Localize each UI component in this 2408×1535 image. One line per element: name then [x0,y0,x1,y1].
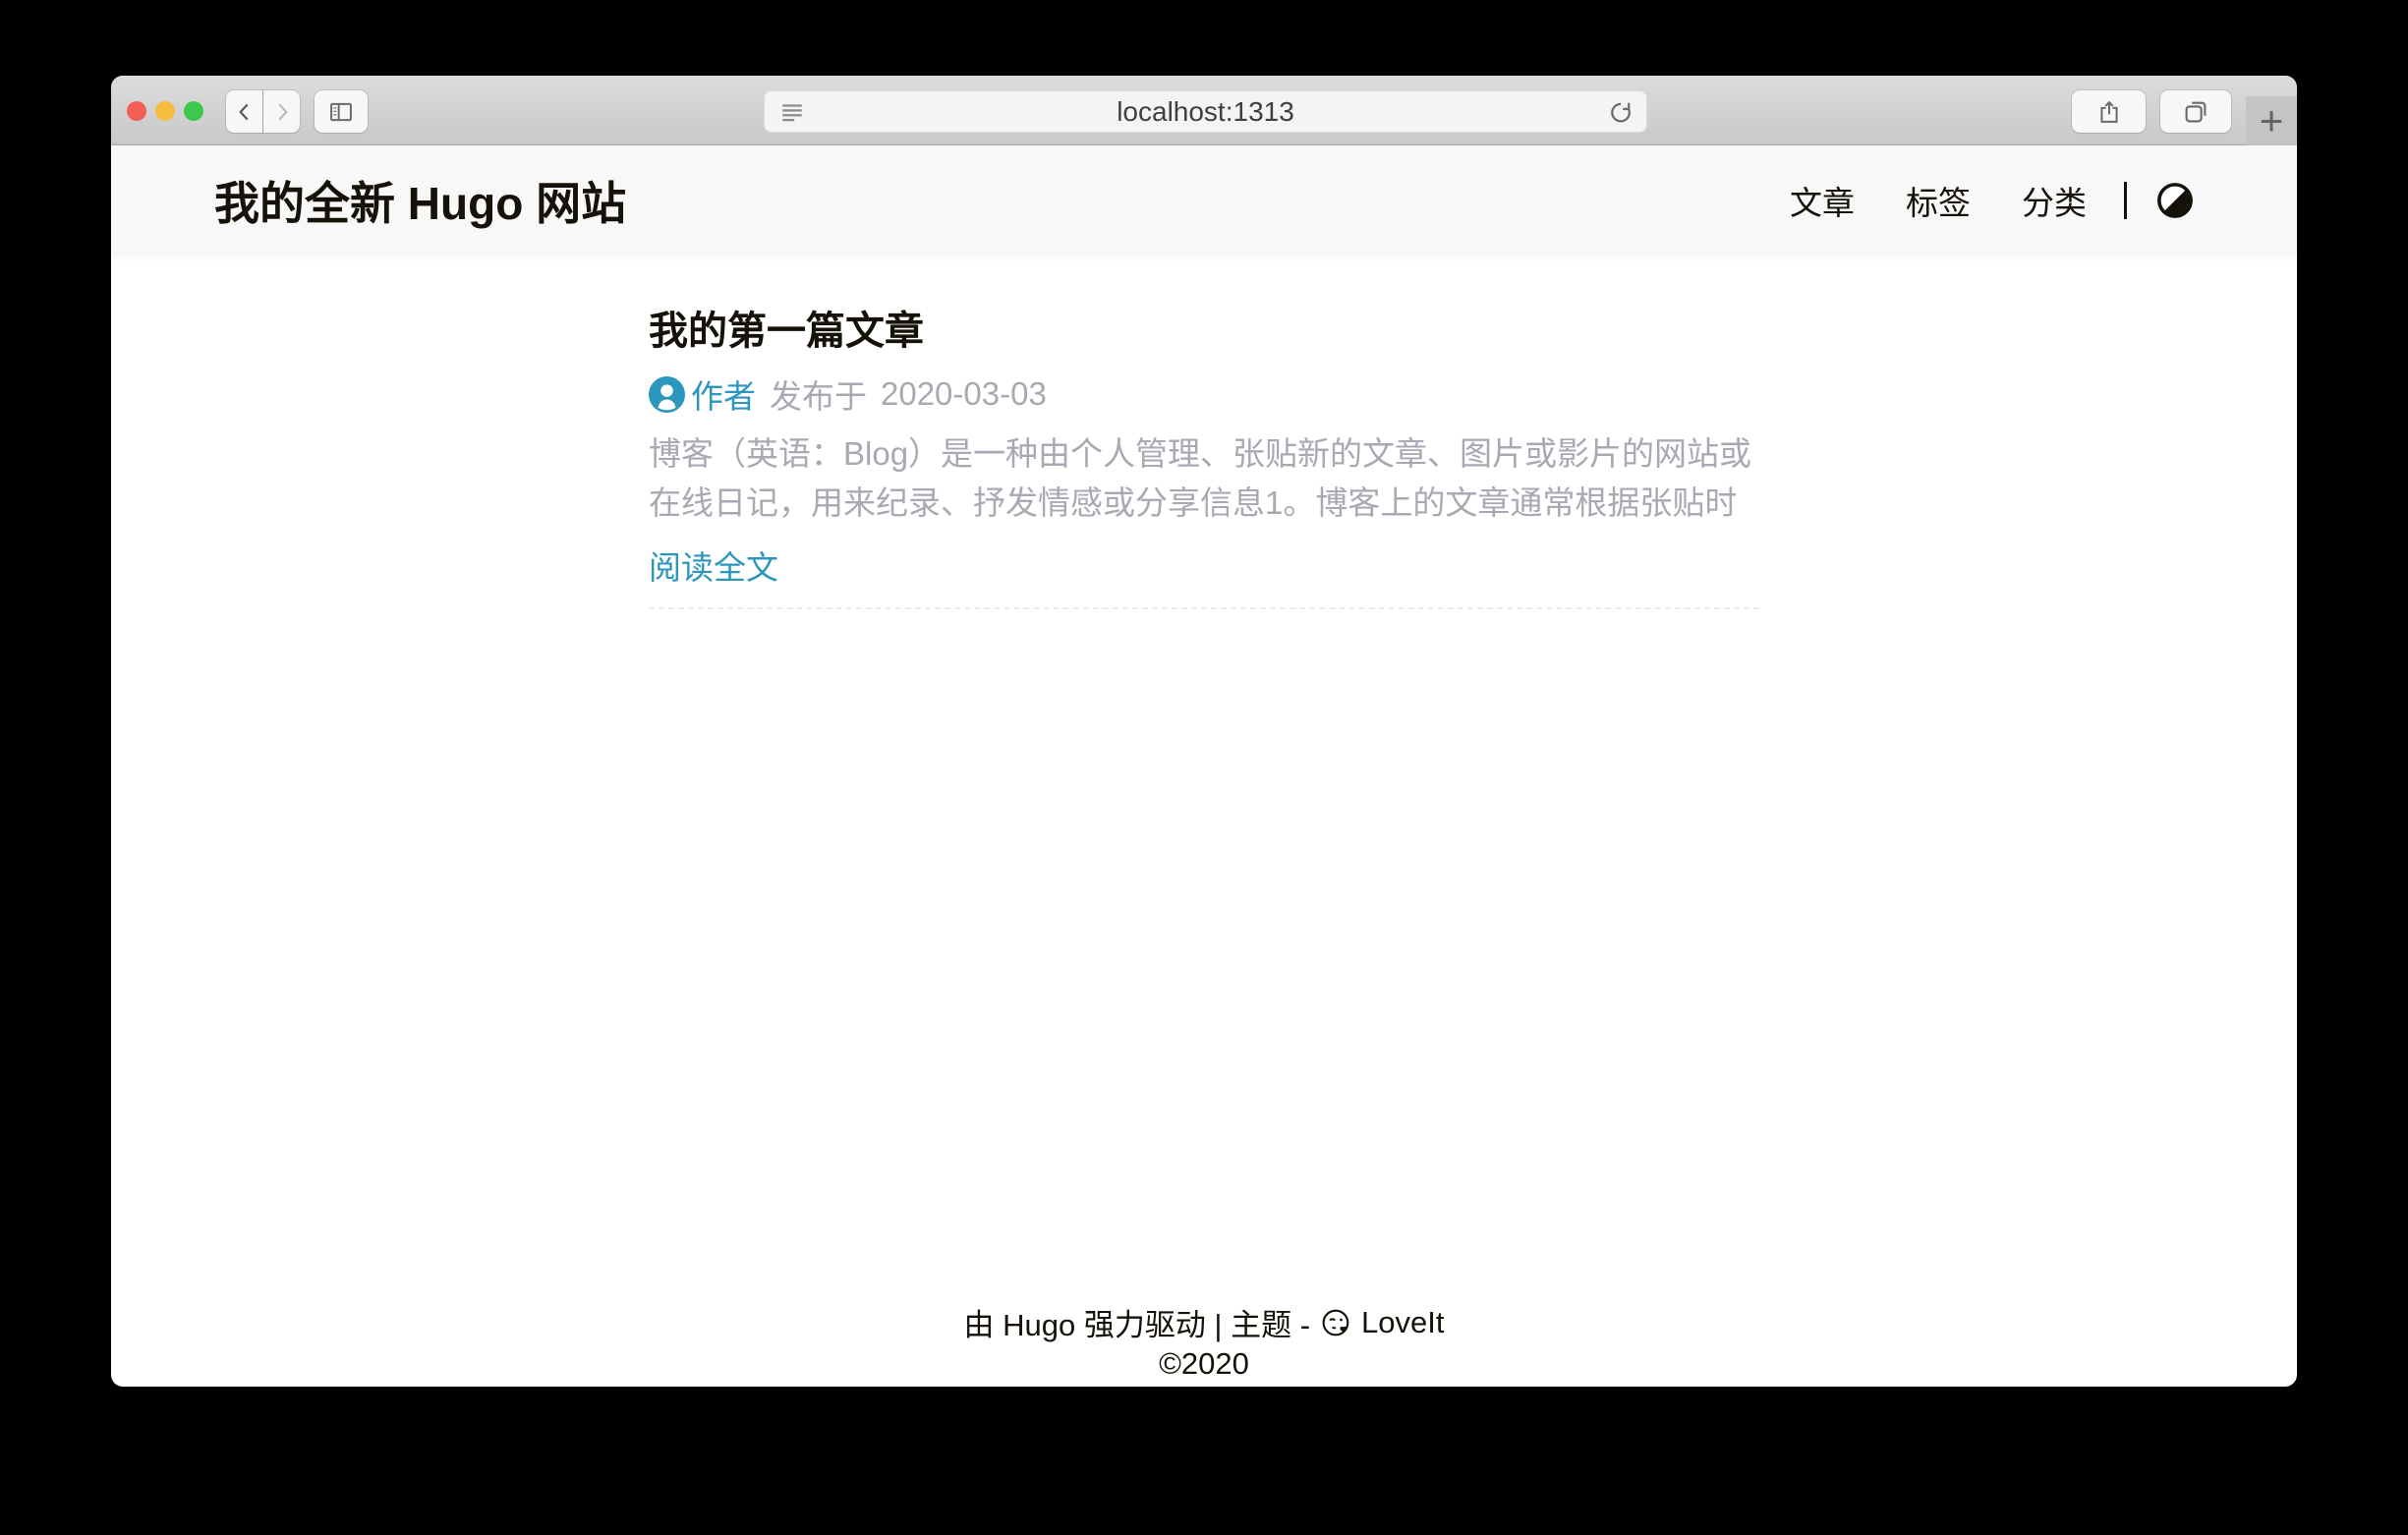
share-button[interactable] [2072,90,2146,133]
browser-window: localhost:1313 [111,76,2297,1387]
author-name: 作者 [691,370,756,418]
summary-line: 博客（英语：Blog）是一种由个人管理、张贴新的文章、图片或影片的网站或 [649,429,1769,479]
sidebar-icon [326,98,356,126]
refresh-icon[interactable] [1606,97,1635,127]
new-tab-button[interactable]: + [2246,96,2297,145]
published-prefix: 发布于 [770,370,867,418]
kiss-wink-heart-icon [1320,1306,1353,1339]
summary-line: 在线日记，用来纪录、抒发情感或分享信息1。博客上的文章通常根据张贴时 [649,479,1769,528]
forward-icon [269,99,295,125]
nav-separator [2124,182,2127,219]
nav-item-tags[interactable]: 标签 [1906,177,1971,224]
post-date: 2020-03-03 [881,375,1047,413]
back-icon [232,99,258,125]
author-link[interactable]: 作者 [649,370,756,418]
theme-toggle-icon[interactable] [2156,182,2194,219]
history-nav-group [226,90,300,133]
sidebar-toggle-button[interactable] [315,90,368,133]
close-icon[interactable] [127,101,146,121]
nav-item-categories[interactable]: 分类 [2022,177,2087,224]
theme-link[interactable]: LoveIt [1361,1305,1444,1340]
browser-toolbar: localhost:1313 [111,76,2297,145]
site-nav: 文章 标签 分类 [1739,177,2194,224]
back-button[interactable] [226,90,262,133]
share-icon [2095,97,2123,127]
user-circle-icon [649,376,685,413]
show-all-tabs-button[interactable] [2160,90,2231,133]
read-more-link[interactable]: 阅读全文 [649,541,778,589]
footer-copyright: ©2020 [111,1346,2297,1382]
post-title[interactable]: 我的第一篇文章 [649,299,924,356]
nav-item-posts[interactable]: 文章 [1790,177,1855,224]
post-summary: 博客（英语：Blog）是一种由个人管理、张贴新的文章、图片或影片的网站或 在线日… [649,429,1769,528]
post-meta: 作者 发布于 2020-03-03 [649,370,1047,418]
zoom-icon[interactable] [184,101,203,121]
url-text: localhost:1313 [764,96,1647,128]
post-divider [649,607,1759,609]
site-header: 我的全新 Hugo 网站 文章 标签 分类 [111,145,2297,256]
footer-powered: 由 Hugo 强力驱动 | 主题 - LoveIt [111,1300,2297,1344]
site-title[interactable]: 我的全新 Hugo 网站 [214,168,626,233]
forward-button[interactable] [263,90,300,133]
powered-text: 由 Hugo 强力驱动 | 主题 - [963,1300,1310,1344]
tabs-icon [2181,97,2210,127]
minimize-icon[interactable] [155,101,175,121]
address-bar[interactable]: localhost:1313 [764,90,1647,133]
